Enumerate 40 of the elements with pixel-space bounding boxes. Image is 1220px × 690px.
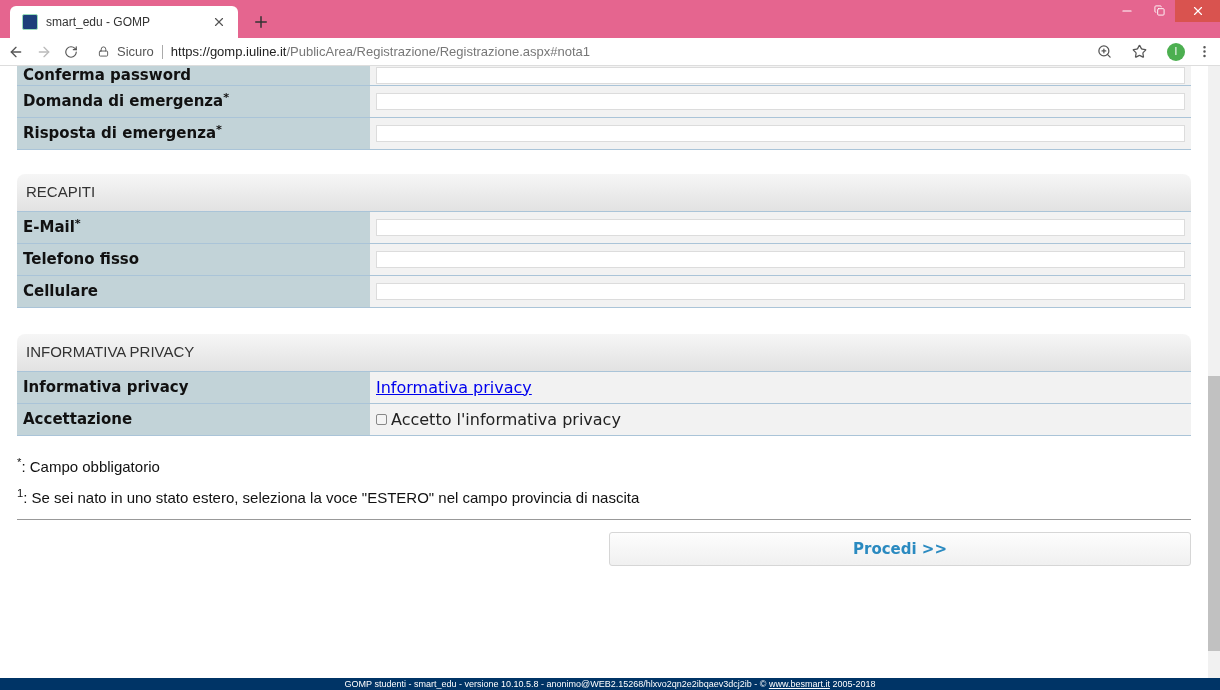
section-header: RECAPITI <box>17 174 1191 212</box>
checkbox-label: Accetto l'informativa privacy <box>391 408 621 431</box>
tab-title: smart_edu - GOMP <box>46 14 152 31</box>
field-label: Informativa privacy <box>17 372 370 403</box>
reload-icon[interactable] <box>64 44 78 59</box>
address-bar[interactable]: Sicuro https://gomp.iuline.it/PublicArea/Registrazione/Registrazione.aspx#nota1 <box>90 39 1155 64</box>
window-close-button[interactable] <box>1175 0 1220 22</box>
field-label: Domanda di emergenza$^{*}$ <box>17 86 370 117</box>
field-label: Accettazione <box>17 404 370 435</box>
footnote: $^{*}$: Campo obbligatorio <box>17 456 161 477</box>
site-favicon-icon <box>22 14 38 30</box>
footer-text: GOMP studenti - smart_edu - versione 10.10.5.8 - anonimo@WEB2.15268/hlxvo2qn2e2ibqaev3dcj2ib - © www.besmart.it 2005-2018 <box>344 679 876 689</box>
security-label: Sicuro <box>117 42 154 61</box>
submit-button[interactable]: Procedi >> <box>609 532 1191 566</box>
field-label: Risposta di emergenza$^{*}$ <box>17 118 370 149</box>
privacy-link[interactable]: Informativa privacy <box>376 375 532 400</box>
close-icon[interactable] <box>212 15 226 29</box>
section-header: INFORMATIVA PRIVACY <box>17 334 1191 372</box>
input-field[interactable] <box>376 67 1185 84</box>
zoom-icon[interactable] <box>1097 44 1112 59</box>
input-field[interactable] <box>376 93 1185 110</box>
browser-tab[interactable]: smart_edu - GOMP <box>10 6 238 38</box>
input-field[interactable] <box>376 251 1185 268</box>
input-field[interactable] <box>376 219 1185 236</box>
field-label: Conferma password <box>17 66 370 85</box>
scrollbar-thumb[interactable] <box>1208 376 1220 651</box>
url-text: https://gomp.iuline.it/PublicArea/Registrazione/Registrazione.aspx#nota1 <box>170 42 590 61</box>
input-field[interactable] <box>376 125 1185 142</box>
field-label: Cellulare <box>17 276 370 307</box>
bookmark-star-icon[interactable] <box>1132 44 1147 59</box>
footnote: $^{1}$: Se sei nato in uno stato estero, seleziona la voce "ESTERO" nel campo provincia di nascita <box>17 486 641 508</box>
new-tab-icon[interactable] <box>252 13 270 31</box>
field-label: Telefono fisso <box>17 244 370 275</box>
scrollbar[interactable] <box>1208 66 1220 678</box>
checkbox[interactable] <box>376 414 387 425</box>
footer-link[interactable]: www.besmart.it <box>768 678 830 689</box>
field-label: E-Mail$^{*}$ <box>17 212 370 243</box>
input-field[interactable] <box>376 283 1185 300</box>
lock-icon <box>98 46 109 57</box>
restore-icon[interactable] <box>1154 5 1165 16</box>
